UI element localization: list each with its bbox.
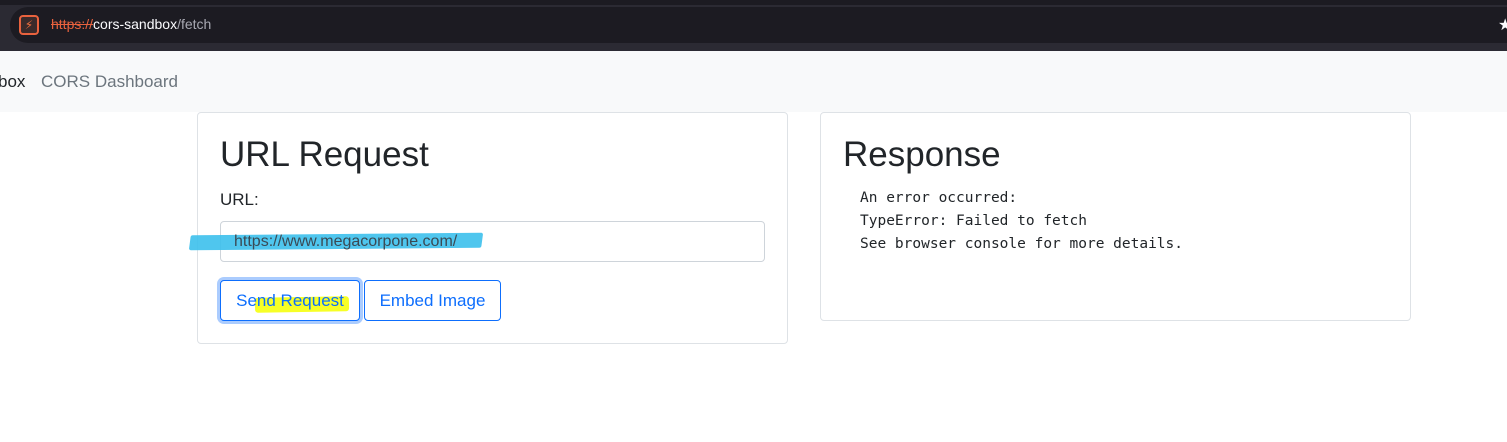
browser-toolbar: ⚡ https://cors-sandbox/fetch ★ bbox=[0, 0, 1507, 51]
embed-image-button[interactable]: Embed Image bbox=[364, 280, 501, 321]
navbar-brand[interactable]: box bbox=[0, 72, 25, 92]
embed-image-label: Embed Image bbox=[379, 290, 486, 310]
url-request-card: URL Request URL: https://www.megacorpone… bbox=[188, 112, 788, 344]
response-line: See browser console for more details. bbox=[860, 236, 1184, 252]
response-line: An error occurred: bbox=[860, 190, 1018, 206]
tab-strip bbox=[0, 0, 1507, 5]
sandbox-icon[interactable]: ⚡ bbox=[19, 15, 39, 35]
address-bar-url[interactable]: https://cors-sandbox/fetch bbox=[51, 16, 211, 32]
send-request-label: Send Request bbox=[236, 290, 344, 310]
nav-link-cors-dashboard[interactable]: CORS Dashboard bbox=[41, 72, 178, 92]
url-label: URL: bbox=[220, 190, 259, 209]
response-output: An error occurred: TypeError: Failed to f… bbox=[860, 187, 1183, 256]
request-card-title: URL Request bbox=[220, 135, 429, 174]
send-request-button[interactable]: Send Request bbox=[220, 280, 360, 321]
response-card-title: Response bbox=[843, 135, 1001, 174]
star-icon[interactable]: ★ bbox=[1498, 15, 1507, 35]
app-navbar: box CORS Dashboard bbox=[0, 51, 1507, 112]
response-card: Response An error occurred: TypeError: Fa… bbox=[820, 112, 1411, 321]
address-bar[interactable] bbox=[10, 7, 1507, 43]
response-line: TypeError: Failed to fetch bbox=[860, 213, 1087, 229]
blue-highlight-annotation bbox=[188, 232, 484, 251]
